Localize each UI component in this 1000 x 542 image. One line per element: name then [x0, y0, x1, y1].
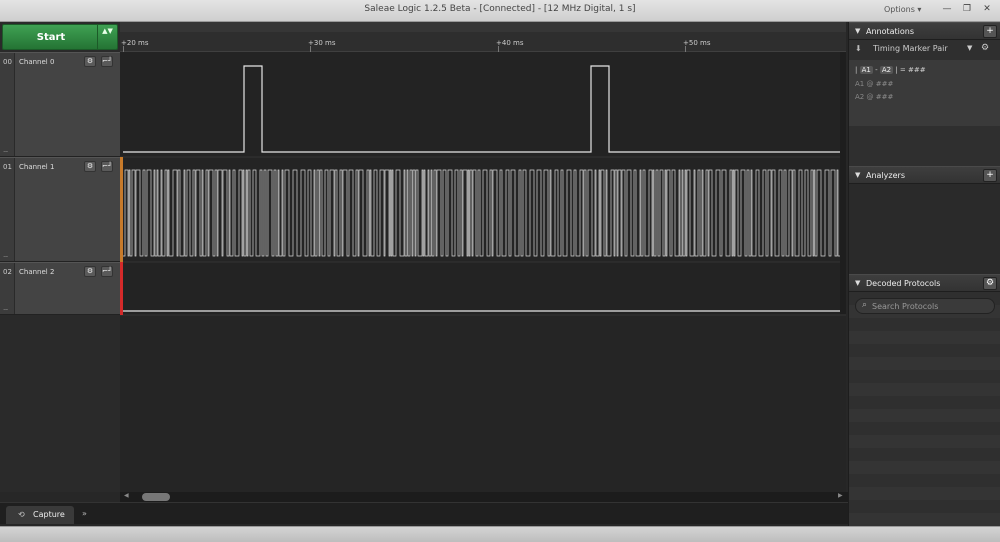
close-button[interactable]: ✕: [980, 2, 994, 16]
channel-number: 01: [3, 163, 12, 171]
tick-label: +20 ms: [121, 39, 149, 47]
waveform-view[interactable]: +20 ms +30 ms +40 ms +50 ms: [120, 22, 846, 492]
tick-label: +50 ms: [683, 39, 711, 47]
channel-name[interactable]: Channel 0: [19, 58, 54, 66]
channel-number-column: [0, 158, 15, 261]
start-label: Start: [36, 32, 66, 43]
tab-capture-label: Capture: [33, 510, 65, 519]
tick-label: +30 ms: [308, 39, 336, 47]
a1-a2-delta-row: | A1 - A2 | = ###: [855, 66, 926, 74]
channel-resize-grip[interactable]: .....: [3, 305, 8, 312]
collapse-triangle-icon[interactable]: ▼: [855, 171, 860, 179]
decoded-protocols-header[interactable]: ▼ Decoded Protocols ⚙: [849, 274, 1000, 292]
annotation-values: | A1 - A2 | = ### A1 @ ### A2 @ ###: [849, 60, 1000, 126]
at-sign: @: [866, 93, 874, 101]
a2-chip[interactable]: A2: [879, 66, 894, 74]
channel-number: 02: [3, 268, 12, 276]
annotations-header[interactable]: ▼ Annotations +: [849, 22, 1000, 40]
capture-icon: ⟲: [18, 510, 25, 519]
horizontal-scrollbar[interactable]: ◀ ▶: [120, 492, 848, 502]
channel-row-1[interactable]: 01 Channel 1 ⚙ ⌐┘ .....: [0, 157, 120, 262]
search-protocols-input[interactable]: [872, 300, 992, 312]
collapse-triangle-icon[interactable]: ▼: [855, 279, 860, 287]
search-box[interactable]: ⌕: [855, 298, 995, 314]
channel-number: 00: [3, 58, 12, 66]
app-window: Saleae Logic 1.2.5 Beta - [Connected] - …: [0, 0, 1000, 542]
analyzers-body: [849, 184, 1000, 274]
tick-label: +40 ms: [496, 39, 524, 47]
channel-name[interactable]: Channel 1: [19, 163, 54, 171]
channel-row-2[interactable]: 02 Channel 2 ⚙ ⌐┘ .....: [0, 262, 120, 315]
vertical-scrollbar[interactable]: [840, 52, 846, 314]
at-sign: @: [866, 80, 874, 88]
minimize-button[interactable]: —: [940, 2, 954, 16]
analyzers-title: Analyzers: [866, 171, 905, 180]
a1-label: A1: [855, 80, 865, 88]
a1-chip[interactable]: A1: [859, 66, 873, 74]
capture-options-arrows-icon[interactable]: ▲▼: [97, 25, 117, 49]
channel-resize-grip[interactable]: .....: [3, 147, 8, 154]
channel-trigger-icon[interactable]: ⌐┘: [101, 266, 113, 277]
add-annotation-button[interactable]: +: [983, 25, 997, 38]
decoded-protocols-body: ⌕: [849, 292, 1000, 526]
a2-row: A2 @ ###: [855, 93, 893, 101]
a1-value: ###: [875, 80, 894, 88]
trigger-marker: [120, 262, 123, 315]
channel-1-edge-marker: [120, 157, 123, 262]
right-panel: ▼ Annotations + ⬇ Timing Marker Pair ▼ ⚙…: [848, 22, 1000, 526]
marker-label: Timing Marker Pair: [873, 44, 948, 53]
a2-label: A2: [855, 93, 865, 101]
status-bar: [0, 526, 1000, 542]
options-menu[interactable]: Options ▾: [884, 5, 921, 14]
horizontal-scroll-thumb[interactable]: [142, 493, 170, 501]
timing-marker-pair[interactable]: ⬇ Timing Marker Pair ▼ ⚙: [853, 43, 997, 57]
channel-trigger-icon[interactable]: ⌐┘: [101, 161, 113, 172]
waveform-lanes[interactable]: [120, 52, 846, 492]
channel-row-0[interactable]: 00 Channel 0 ⚙ ⌐┘ .....: [0, 52, 120, 157]
tab-capture[interactable]: ⟲ Capture: [6, 506, 74, 524]
more-tabs-icon[interactable]: »: [82, 509, 87, 518]
channel-settings-gear-icon[interactable]: ⚙: [84, 161, 96, 172]
decoded-protocols-title: Decoded Protocols: [866, 279, 941, 288]
dash: -: [875, 66, 878, 74]
channel-resize-grip[interactable]: .....: [3, 252, 8, 259]
channel-trigger-icon[interactable]: ⌐┘: [101, 56, 113, 67]
channel-settings-gear-icon[interactable]: ⚙: [84, 266, 96, 277]
ruler-overview-strip[interactable]: [120, 22, 846, 32]
scroll-right-arrow-icon[interactable]: ▶: [838, 492, 843, 499]
a1-row: A1 @ ###: [855, 80, 893, 88]
marker-pin-icon: ⬇: [855, 44, 862, 53]
channel-panel: Start ▲▼ 00 Channel 0 ⚙ ⌐┘ ..... 01 Chan…: [0, 22, 120, 492]
collapse-triangle-icon[interactable]: ▼: [855, 27, 860, 35]
channel-name[interactable]: Channel 2: [19, 268, 54, 276]
bar-left: |: [855, 66, 858, 74]
marker-gear-icon[interactable]: ⚙: [981, 43, 989, 53]
capture-tab-bar: ⟲ Capture »: [0, 502, 848, 524]
add-analyzer-button[interactable]: +: [983, 169, 997, 182]
window-title: Saleae Logic 1.2.5 Beta - [Connected] - …: [364, 4, 636, 14]
search-icon: ⌕: [862, 300, 868, 310]
channel-number-column: [0, 53, 15, 156]
bar-right: |: [895, 66, 898, 74]
channel-settings-gear-icon[interactable]: ⚙: [84, 56, 96, 67]
lane-background-0: [120, 52, 846, 157]
title-bar: Saleae Logic 1.2.5 Beta - [Connected] - …: [0, 0, 1000, 22]
time-ruler[interactable]: +20 ms +30 ms +40 ms +50 ms: [120, 22, 846, 52]
delta-value: = ###: [899, 66, 926, 74]
marker-dropdown-icon[interactable]: ▼: [967, 44, 972, 52]
annotations-body: ⬇ Timing Marker Pair ▼ ⚙ | A1 - A2 | = #…: [849, 40, 1000, 166]
annotations-title: Annotations: [866, 27, 915, 36]
a2-value: ###: [875, 93, 894, 101]
start-button[interactable]: Start ▲▼: [2, 24, 118, 50]
restore-button[interactable]: ❐: [960, 2, 974, 16]
analyzers-header[interactable]: ▼ Analyzers +: [849, 166, 1000, 184]
decoded-settings-gear-icon[interactable]: ⚙: [983, 277, 997, 290]
lane-background-2: [120, 262, 846, 315]
scroll-left-arrow-icon[interactable]: ◀: [124, 492, 129, 499]
